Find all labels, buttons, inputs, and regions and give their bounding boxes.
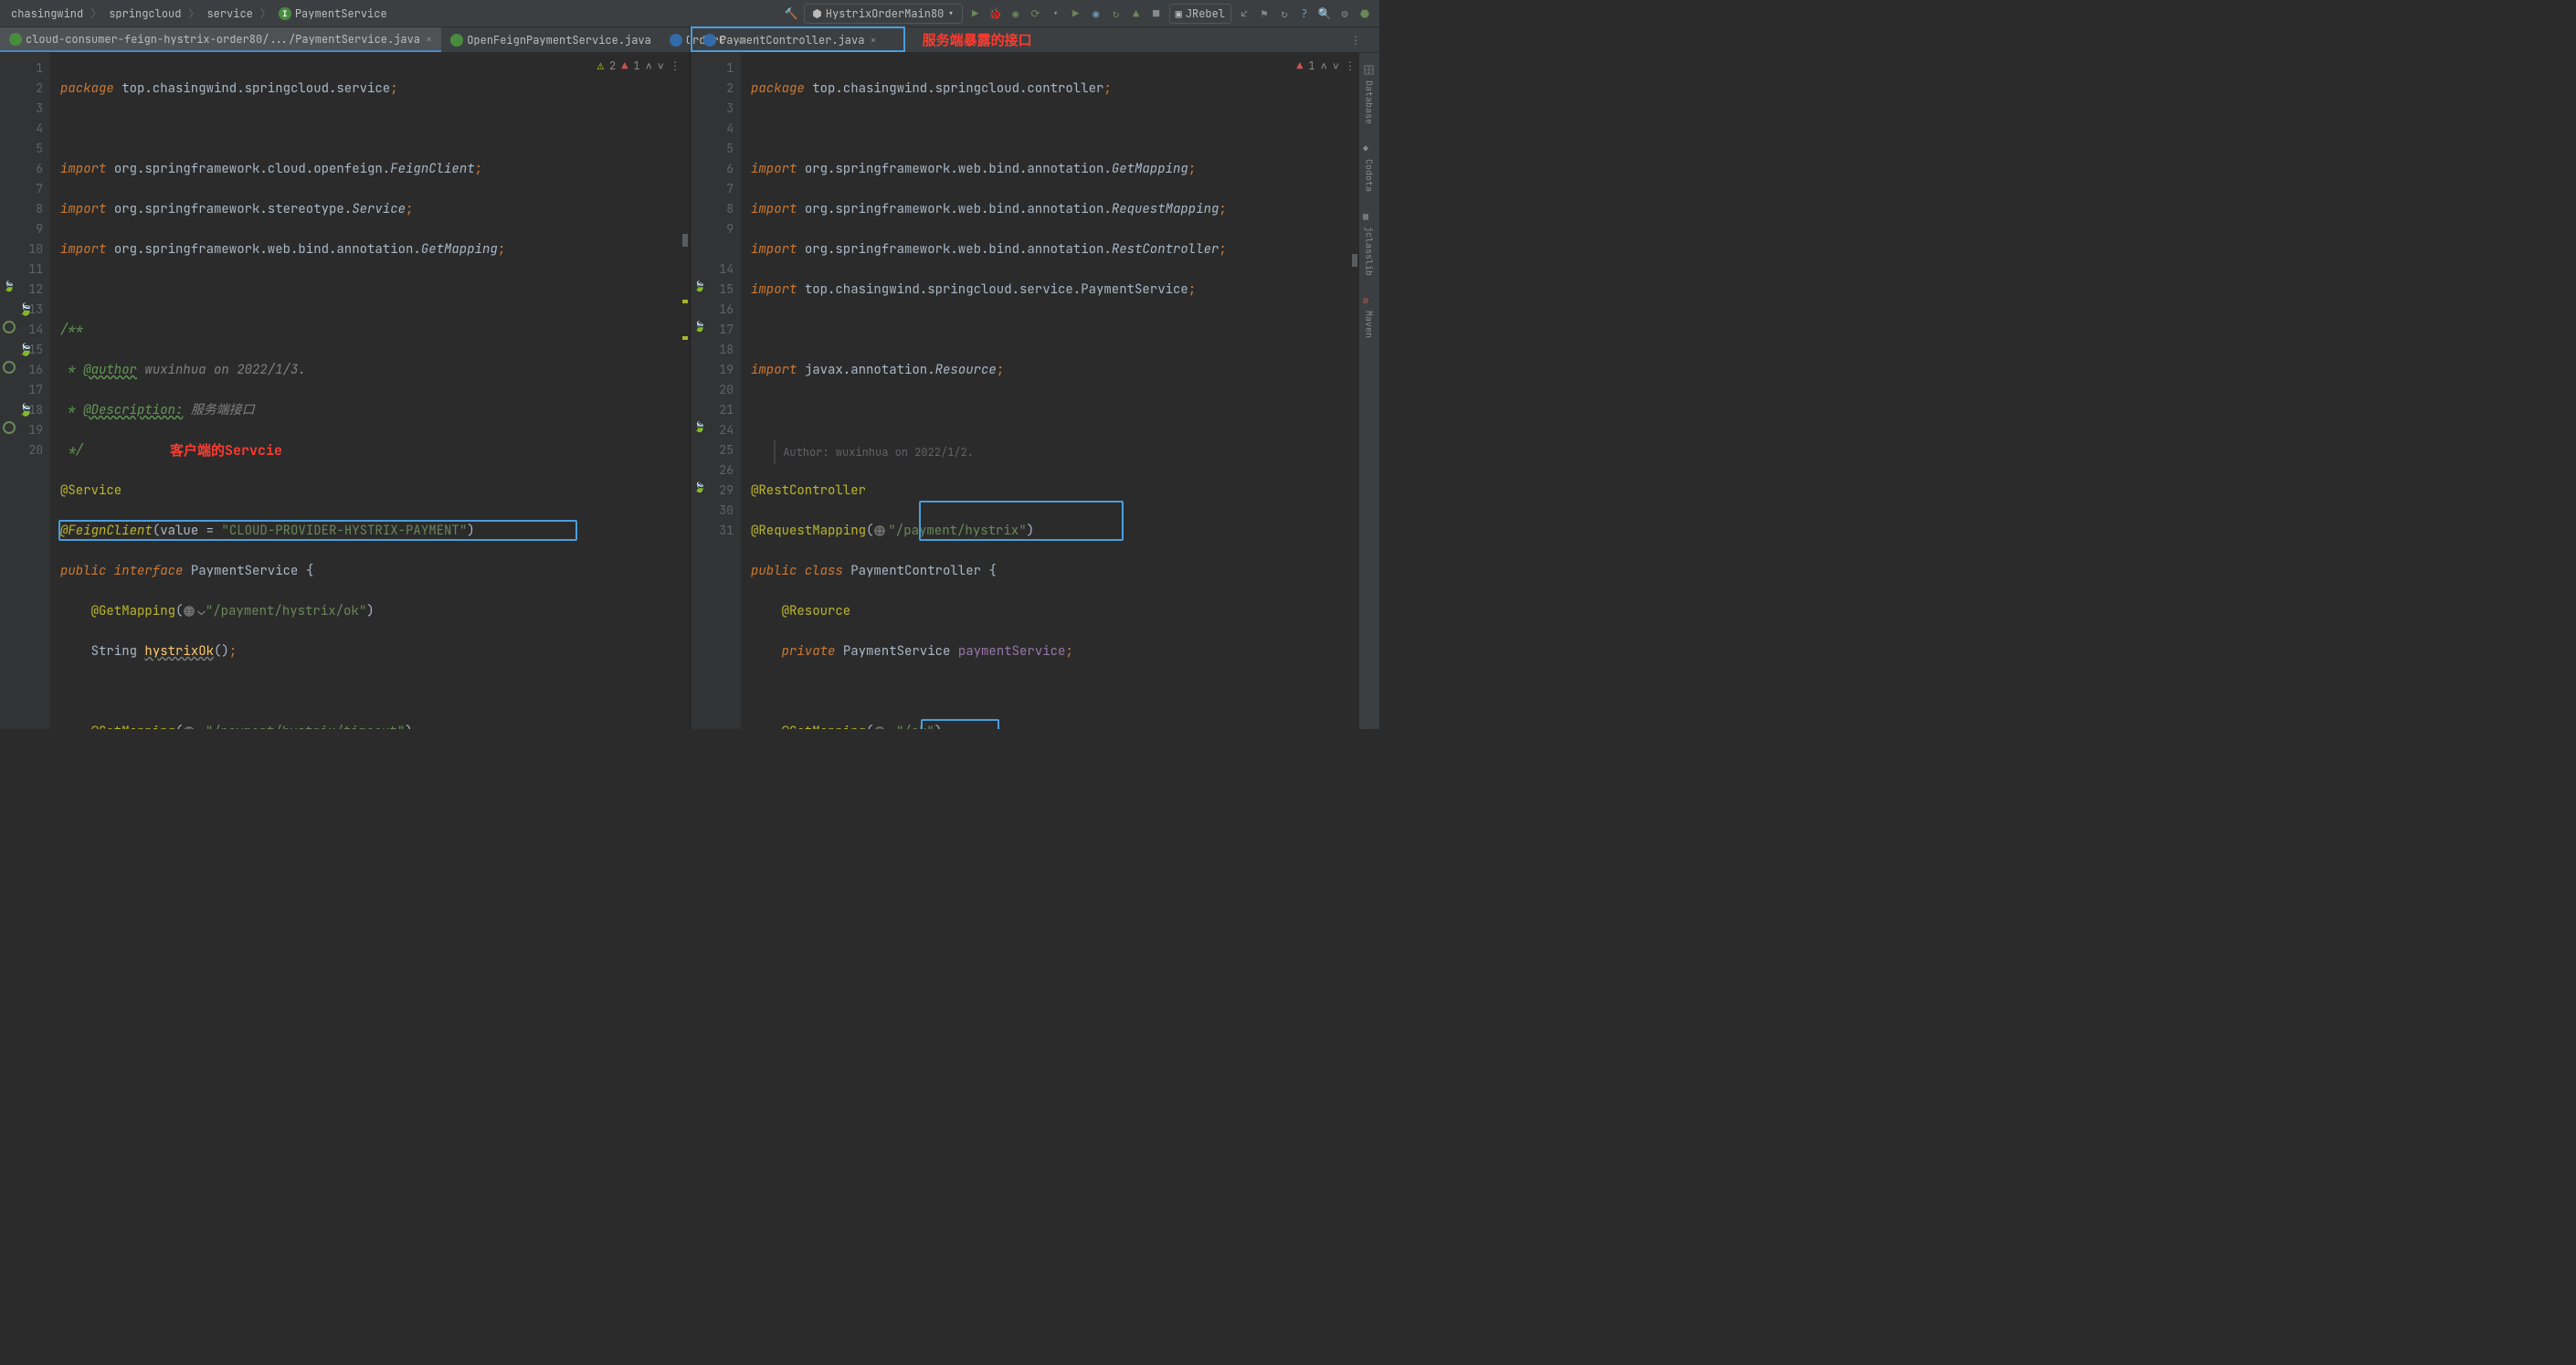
chevron-right-icon: 〉 [188, 5, 199, 21]
tabs-right: PaymentController.java× 服务端暴露的接口 ⋮ [690, 27, 1379, 52]
error-icon: ▲ [621, 58, 628, 73]
class-icon [9, 33, 22, 46]
help-icon[interactable]: ? [1297, 6, 1312, 21]
breadcrumbs[interactable]: chasingwind〉 springcloud〉 service〉 IPaym… [7, 5, 391, 23]
code-editor[interactable]: package top.chasingwind.springcloud.serv… [51, 53, 514, 729]
crumb-package[interactable]: service [203, 5, 256, 23]
run-icon[interactable]: ▶ [968, 6, 983, 21]
rerun-icon[interactable]: ↻ [1109, 6, 1124, 21]
flag-icon[interactable]: ⚑ [1257, 6, 1272, 21]
maven-icon: m [1363, 294, 1376, 307]
vcs-icon[interactable]: ↙ [1237, 6, 1251, 21]
interface-icon [670, 34, 682, 47]
globe-icon [183, 605, 197, 618]
warning-count: 2 [609, 58, 616, 73]
rocket-icon[interactable]: ▲ [1129, 6, 1144, 21]
inspection-widget[interactable]: ⚠ 2 ▲ 1 ∧ ∨ ⋮ [596, 58, 682, 73]
tool-jclasslib[interactable]: ▦jclasslib [1363, 206, 1376, 280]
gutter-right[interactable]: 12345 6789 14🍃 15 16🍃 17 181920 21🍃 2425… [691, 53, 742, 729]
navigation-bar: chasingwind〉 springcloud〉 service〉 IPaym… [0, 0, 1379, 27]
globe-icon [873, 725, 888, 729]
run-config-select[interactable]: ⬢ HystrixOrderMain80 ▾ [804, 4, 962, 24]
attach-icon[interactable]: ▾ [1049, 6, 1063, 21]
chevron-right-icon: 〉 [260, 5, 271, 21]
debug-icon[interactable]: 🐞 [988, 6, 1003, 21]
jrebel-button[interactable]: ▣ JRebel [1169, 4, 1231, 24]
settings-icon[interactable]: ⚙ [1337, 6, 1352, 21]
error-stripe[interactable] [681, 53, 690, 729]
error-stripe[interactable] [1350, 53, 1359, 729]
tabs-more-icon[interactable]: ⋮ [1346, 33, 1365, 48]
right-tool-strip: 🗄Database ◆Codota ▦jclasslib mMaven [1359, 53, 1379, 729]
build-icon[interactable]: 🔨 [784, 6, 798, 21]
annotation-client: 客户端的Servcie [170, 440, 282, 460]
spring-icon[interactable]: 🍃 [18, 400, 33, 415]
globe-icon [873, 524, 888, 537]
nav-down-icon[interactable]: ∨ [658, 58, 664, 73]
close-icon[interactable]: × [426, 32, 432, 47]
tab-paymentcontroller[interactable]: PaymentController.java× [694, 27, 886, 52]
editor-left: ⚠ 2 ▲ 1 ∧ ∨ ⋮ 12345 678910 11🍃 12 13🍃 14 1… [0, 53, 690, 729]
inspection-widget[interactable]: ▲1 ∧ ∨ ⋮ [1294, 58, 1357, 73]
spring-icon[interactable]: 🍃 [18, 340, 33, 354]
spring-icon[interactable]: 🍃 [18, 300, 33, 314]
more-icon[interactable]: ⋮ [670, 58, 681, 73]
tool-database[interactable]: 🗄Database [1363, 60, 1376, 128]
warning-count: 1 [1308, 58, 1314, 73]
globe-icon [183, 725, 197, 729]
nav-down-icon[interactable]: ∨ [1333, 58, 1339, 73]
editor-split: ⚠ 2 ▲ 1 ∧ ∨ ⋮ 12345 678910 11🍃 12 13🍃 14 1… [0, 53, 1379, 729]
tool-codota[interactable]: ◆Codota [1363, 139, 1376, 196]
stop-icon-disabled: ■ [1149, 6, 1164, 21]
nav-up-icon[interactable]: ∧ [646, 58, 652, 73]
profile-icon[interactable]: ⟳ [1029, 6, 1043, 21]
toolbar: 🔨 ⬢ HystrixOrderMain80 ▾ ▶ 🐞 ◉ ⟳ ▾ ▶ ◉ ↻… [784, 4, 1372, 24]
editor-right: ▲1 ∧ ∨ ⋮ 12345 6789 14🍃 15 16🍃 17 181920… [690, 53, 1379, 729]
chevron-right-icon: 〉 [90, 5, 101, 21]
search-icon[interactable]: 🔍 [1317, 6, 1332, 21]
coverage-icon[interactable]: ◉ [1008, 6, 1023, 21]
annotation-server: 服务端暴露的接口 [923, 30, 1032, 49]
weak-warning-count: 1 [633, 58, 639, 73]
author-lens[interactable]: Author: wuxinhua on 2022/1/2. [774, 440, 981, 464]
crumb-class[interactable]: IPaymentService [275, 5, 391, 23]
tab-paymentservice[interactable]: cloud-consumer-feign-hystrix-order80/...… [0, 27, 441, 52]
jclasslib-icon: ▦ [1363, 210, 1376, 223]
warning-icon: ▲ [1296, 58, 1303, 73]
run-icon-2[interactable]: ▶ [1069, 6, 1083, 21]
update-icon[interactable]: ↻ [1277, 6, 1292, 21]
close-icon[interactable]: × [870, 33, 876, 48]
tab-openfeign[interactable]: OpenFeignPaymentService.java [441, 27, 660, 52]
stop-icon[interactable]: ◉ [1089, 6, 1103, 21]
warning-icon: ⚠ [597, 58, 604, 73]
editor-tabs: cloud-consumer-feign-hystrix-order80/...… [0, 27, 1379, 53]
tool-maven[interactable]: mMaven [1363, 291, 1376, 342]
tabs-left: cloud-consumer-feign-hystrix-order80/...… [0, 27, 690, 52]
codota-icon: ◆ [1363, 143, 1376, 155]
crumb-module[interactable]: springcloud [105, 5, 185, 23]
nav-up-icon[interactable]: ∧ [1321, 58, 1327, 73]
shield-icon[interactable]: ⬣ [1357, 6, 1372, 21]
gutter-left[interactable]: 12345 678910 11🍃 12 13🍃 14 15🍃 1617 18🍃 … [0, 53, 51, 729]
code-editor[interactable]: package top.chasingwind.springcloud.cont… [742, 53, 1259, 729]
class-icon [703, 34, 716, 47]
database-icon: 🗄 [1363, 64, 1376, 77]
crumb-root[interactable]: chasingwind [7, 5, 87, 23]
interface-icon: I [279, 7, 291, 20]
class-icon [450, 34, 463, 47]
